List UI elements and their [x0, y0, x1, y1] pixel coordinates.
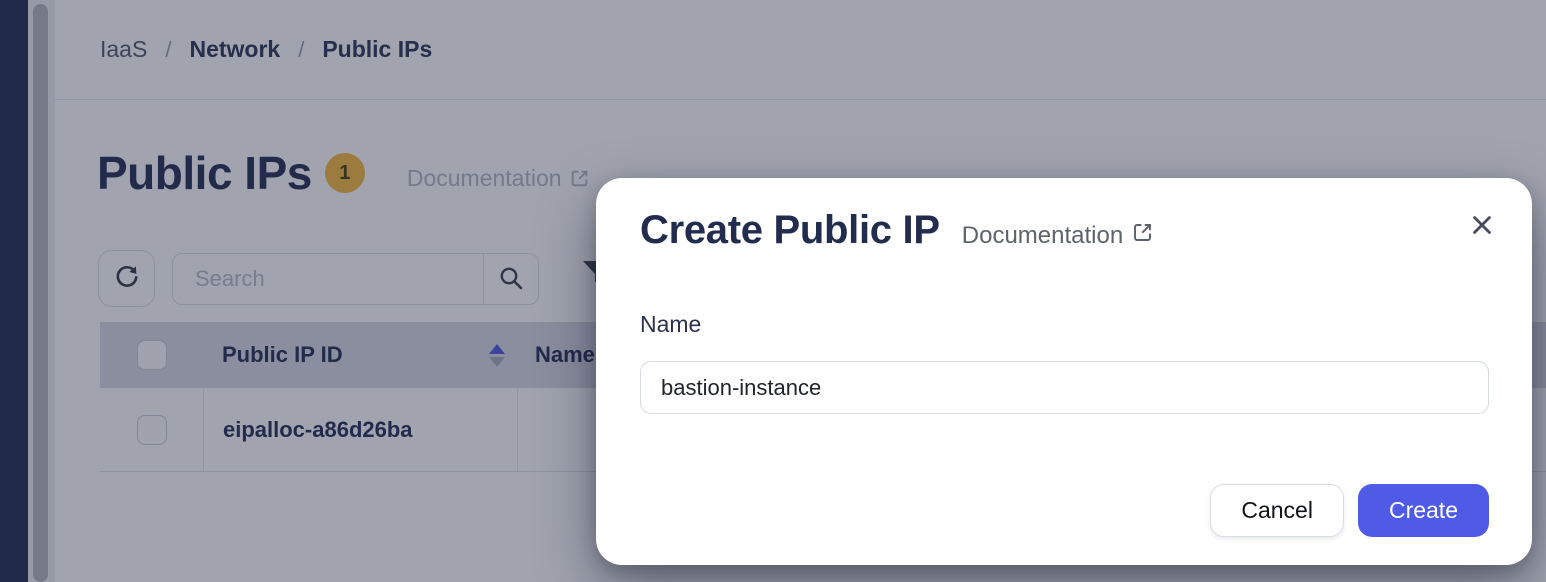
modal-documentation-link[interactable]: Documentation	[962, 221, 1154, 251]
create-button[interactable]: Create	[1358, 484, 1489, 537]
modal-title: Create Public IP	[640, 208, 940, 253]
modal-documentation-label: Documentation	[962, 222, 1123, 250]
create-public-ip-modal: Create Public IP Documentation Name Canc…	[596, 178, 1532, 565]
close-icon	[1466, 209, 1498, 244]
name-field-label: Name	[640, 311, 701, 338]
modal-footer: Cancel Create	[1210, 484, 1489, 537]
modal-header: Create Public IP Documentation	[640, 208, 1154, 253]
modal-close-button[interactable]	[1462, 206, 1502, 246]
name-input[interactable]	[640, 361, 1489, 414]
external-link-icon	[1131, 221, 1154, 251]
cancel-button[interactable]: Cancel	[1210, 484, 1344, 537]
